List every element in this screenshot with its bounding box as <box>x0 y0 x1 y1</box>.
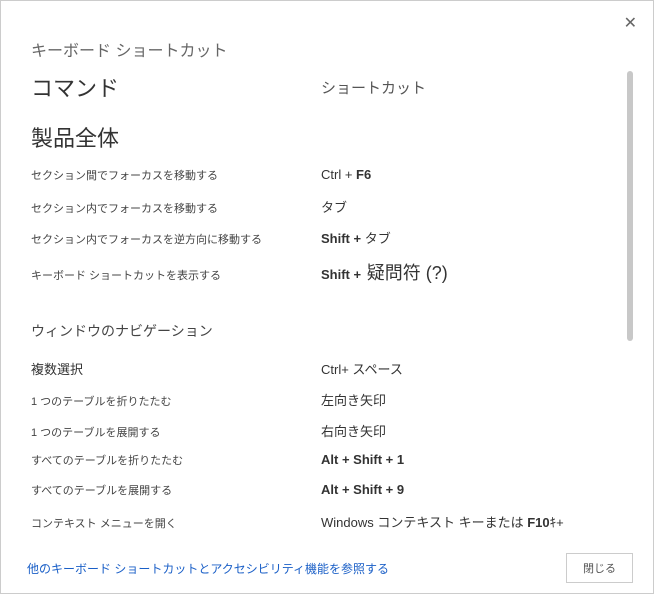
shortcut-key: 左向き矢印 <box>321 390 615 409</box>
content-area: コマンドショートカット製品全体セクション間でフォーカスを移動するCtrl + F… <box>31 71 639 543</box>
shortcut-column-header: ショートカット <box>321 71 615 98</box>
shortcut-key: 右向き矢印 <box>321 421 615 440</box>
shortcut-key: Windows コンテキスト キーまたは F10ｷ+ <box>321 512 615 531</box>
shortcut-row: 1 つのテーブルを展開する右向き矢印 <box>31 415 615 446</box>
shortcut-row: キーボード ショートカットを表示するShift + 疑問符 (?) <box>31 253 615 291</box>
command-label: コンテキスト メニューを開く <box>31 515 321 531</box>
shortcuts-dialog: ✕ キーボード ショートカット コマンドショートカット製品全体セクション間でフォ… <box>0 0 654 594</box>
dialog-footer: 他のキーボード ショートカットとアクセシビリティ機能を参照する 閉じる <box>1 543 653 593</box>
more-shortcuts-link[interactable]: 他のキーボード ショートカットとアクセシビリティ機能を参照する <box>27 560 389 577</box>
shortcut-row: セクション内でフォーカスを逆方向に移動するShift + タブ <box>31 222 615 253</box>
shortcut-row: 1 つのテーブルを折りたたむ左向き矢印 <box>31 384 615 415</box>
shortcut-row: 複数選択Ctrl+ スペース <box>31 353 615 384</box>
command-label: すべてのテーブルを展開する <box>31 482 321 498</box>
shortcut-row: コンテキスト メニューを開くWindows コンテキスト キーまたは F10ｷ+ <box>31 506 615 537</box>
command-label: 1 つのテーブルを展開する <box>31 424 321 440</box>
shortcut-row: すべてのテーブルを展開するAlt + Shift + 9 <box>31 476 615 506</box>
shortcut-row: すべてのテーブルを折りたたむAlt + Shift + 1 <box>31 446 615 476</box>
command-label: キーボード ショートカットを表示する <box>31 267 321 283</box>
command-label: 1 つのテーブルを折りたたむ <box>31 393 321 409</box>
shortcut-key: Alt + Shift + 1 <box>321 452 615 467</box>
command-label: 複数選択 <box>31 359 321 378</box>
shortcut-key: Shift + 疑問符 (?) <box>321 259 615 285</box>
shortcut-key: Ctrl + F6 <box>321 167 615 182</box>
shortcut-row: セクション間でフォーカスを移動するCtrl + F6 <box>31 161 615 191</box>
group-subtitle: ウィンドウのナビゲーション <box>31 321 615 341</box>
dialog-title: キーボード ショートカット <box>31 37 227 61</box>
close-button[interactable]: 閉じる <box>566 553 633 583</box>
close-icon[interactable]: ✕ <box>620 9 641 37</box>
command-label: セクション内でフォーカスを移動する <box>31 200 321 216</box>
command-label: セクション間でフォーカスを移動する <box>31 167 321 183</box>
shortcut-key: Ctrl+ スペース <box>321 359 615 378</box>
command-column-header: コマンド <box>31 71 321 103</box>
shortcut-key: Shift + タブ <box>321 228 615 247</box>
command-label: セクション内でフォーカスを逆方向に移動する <box>31 231 321 247</box>
shortcut-key: タブ <box>321 197 615 216</box>
command-label: すべてのテーブルを折りたたむ <box>31 452 321 468</box>
group-title: 製品全体 <box>31 121 615 153</box>
scrollbar-thumb[interactable] <box>627 71 633 341</box>
shortcut-row: セクション内でフォーカスを移動するタブ <box>31 191 615 222</box>
shortcut-key: Alt + Shift + 9 <box>321 482 615 497</box>
